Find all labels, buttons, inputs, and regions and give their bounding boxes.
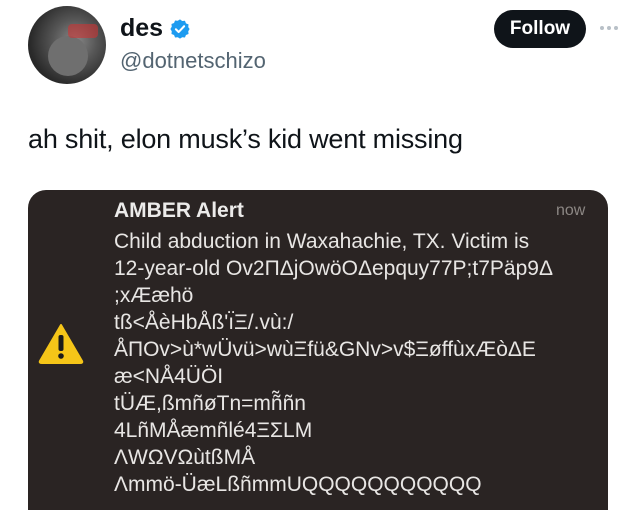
alert-line: æ<NÅ4ÜÖI <box>114 365 224 388</box>
display-name[interactable]: des <box>120 14 163 43</box>
alert-line: 4LñMÅæmñlé4ΞΣLM <box>114 419 313 442</box>
follow-button[interactable]: Follow <box>494 10 586 48</box>
alert-title: AMBER Alert <box>114 199 244 222</box>
alert-line: tß<ÅèHbÅß'ı̈Ξ/.vù:/ <box>114 311 294 334</box>
alert-line: Λmmö-ÜæLßñmmUQQQQQQQQQQQ <box>114 473 482 496</box>
alert-line: 12-year-old Ov2ΠΔjOwöOΔepquy77P;t7Päp9Δ <box>114 257 553 280</box>
alert-line: ;xÆæhö <box>114 284 194 307</box>
author-name-row: des <box>120 14 191 43</box>
tweet-text: ah shit, elon musk’s kid went missing <box>28 124 463 154</box>
tweet-card: des @dotnetschizo Follow ah shit, elon m… <box>0 0 640 510</box>
alert-line: ÅПOv>ù*wÜvü>wùΞfü&GNv>v$ΞøffùxÆòΔE <box>114 338 536 361</box>
alert-line: Child abduction in Waxahachie, TX. Victi… <box>114 230 530 253</box>
avatar-sunglasses <box>68 24 98 38</box>
more-options-icon[interactable] <box>600 20 632 36</box>
author-handle[interactable]: @dotnetschizo <box>120 48 266 74</box>
verified-badge-icon <box>170 18 190 39</box>
warning-icon <box>38 324 84 364</box>
alert-line: tÜÆ,ßmñøTn=mñ̃ñn <box>114 392 306 415</box>
avatar-face <box>48 36 88 76</box>
alert-line: ΛWΩVΩùtßMÅ <box>114 446 256 469</box>
alert-body: Child abduction in Waxahachie, TX. Victi… <box>114 228 604 498</box>
avatar[interactable] <box>28 6 106 84</box>
alert-timestamp: now <box>556 202 586 219</box>
